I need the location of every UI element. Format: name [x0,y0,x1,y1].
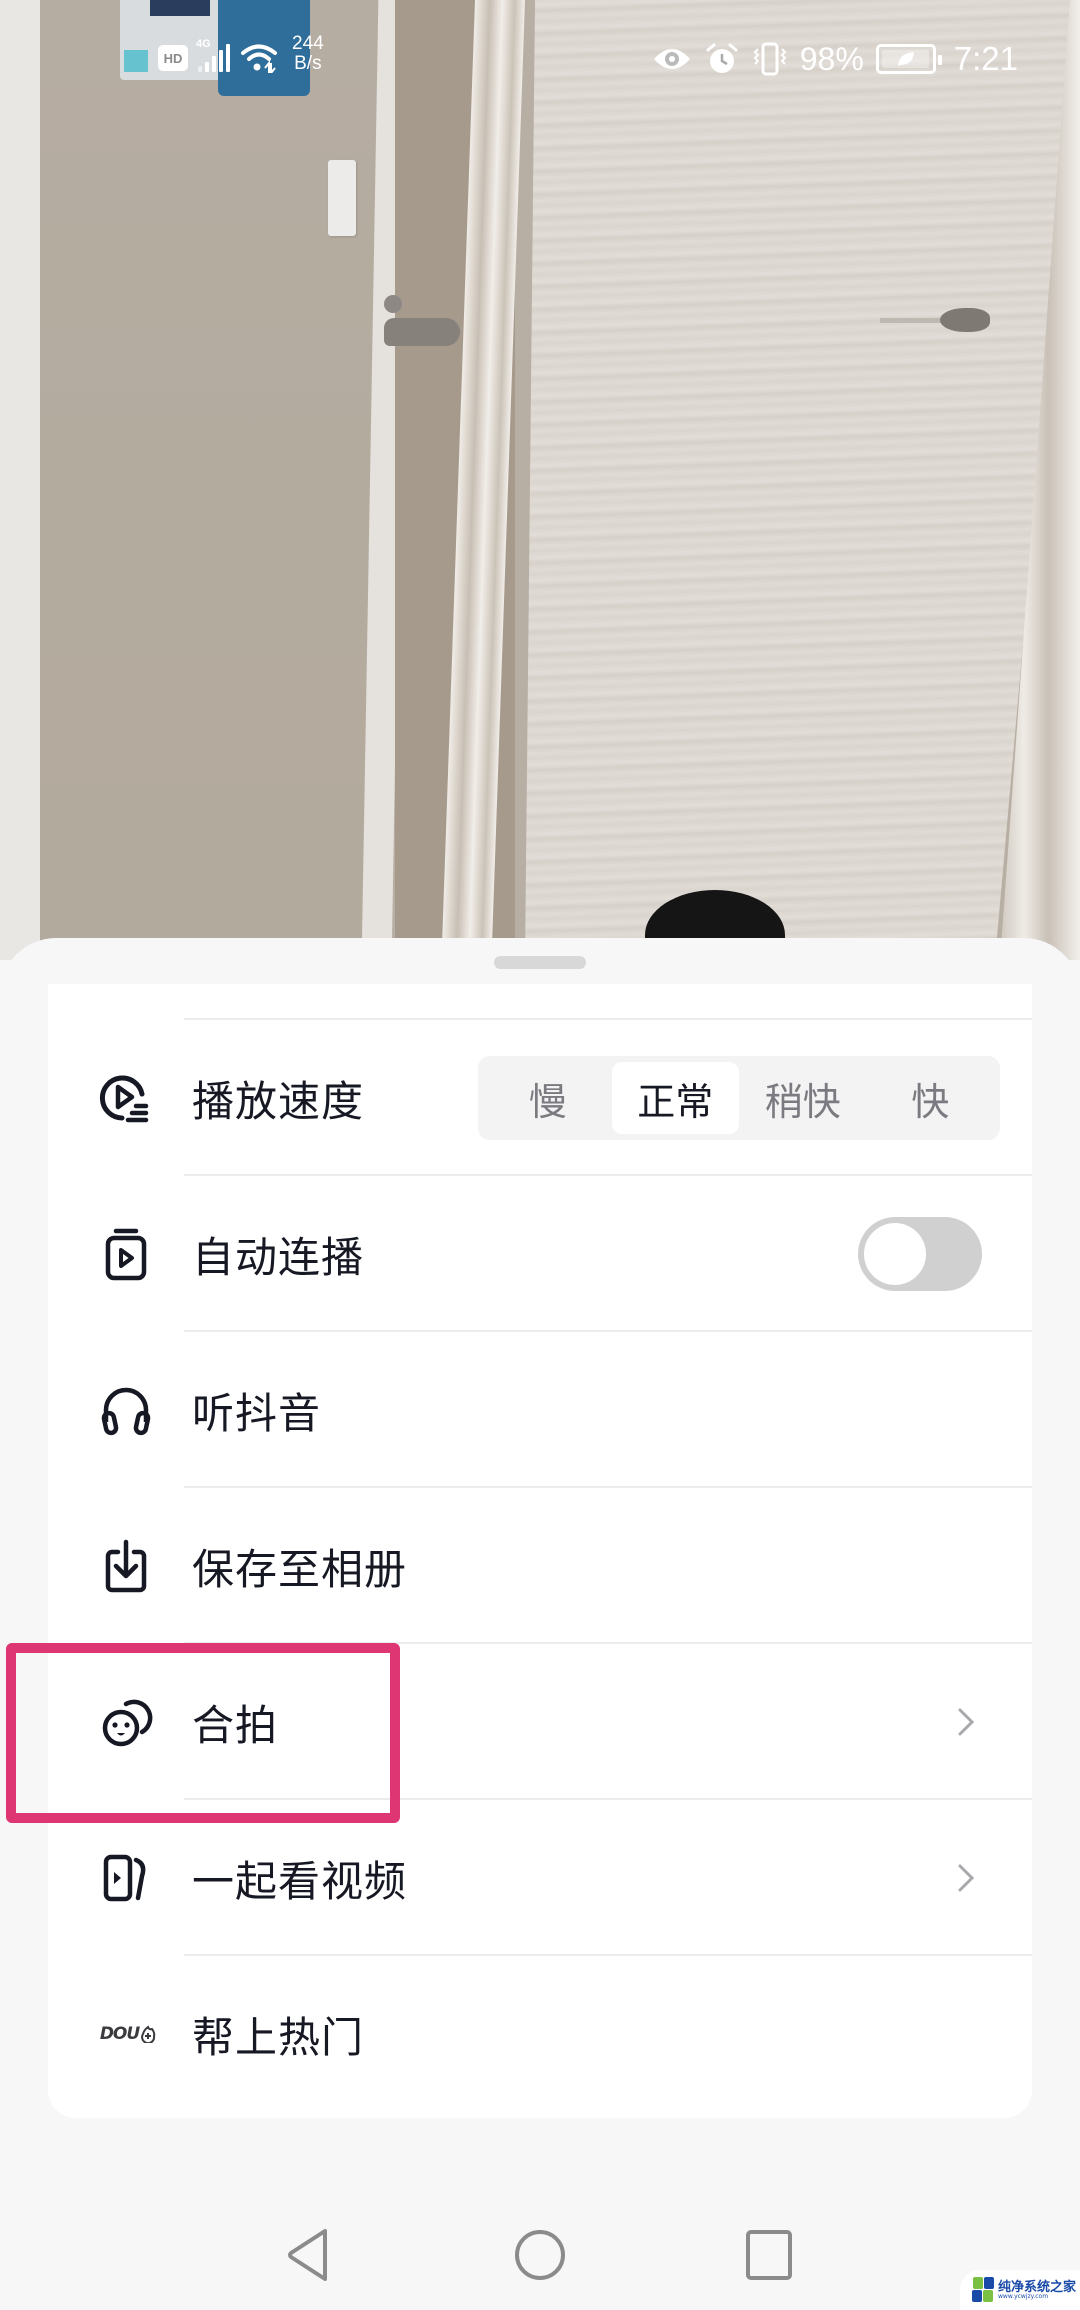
hd-icon: HD [158,45,188,71]
network-type: 4G [196,38,211,50]
autoplay-label: 自动连播 [192,1232,365,1282]
bg-door-stop [940,308,990,332]
vibrate-icon [753,42,787,76]
options-card: 播放速度 慢 正常 稍快 快 自动连播 听抖音 保存至相册 合拍 一起看视频 D… [48,984,1032,2118]
watermark-url: www.ycwjzy.com [998,2292,1049,2300]
site-watermark: 纯净系统之家 www.ycwjzy.com [960,2270,1080,2310]
signal-icon: 4G [196,38,230,72]
wifi-icon [241,44,277,73]
clock: 7:21 [953,40,1018,77]
list-item-duet[interactable]: 合拍 [48,1644,1032,1800]
watermark-title: 纯净系统之家 [998,2279,1077,2295]
speed-option-slow[interactable]: 慢 [484,1062,612,1134]
system-nav-bar [0,2180,1080,2310]
dou-plus-label: 帮上热门 [192,2012,365,2062]
bg-handle-base [384,295,402,313]
save-to-album-label: 保存至相册 [192,1544,408,1594]
dou-plus-icon: DOU [96,2004,160,2064]
speed-option-normal[interactable]: 正常 [611,1062,739,1134]
playback-speed-selector: 慢 正常 稍快 快 [478,1056,1000,1140]
network-speed: 244 B/s [292,33,324,74]
nav-back-button[interactable] [273,2220,343,2290]
speed-option-fast[interactable]: 快 [867,1062,995,1134]
watch-together-label: 一起看视频 [192,1856,408,1906]
playback-speed-label: 播放速度 [192,1076,365,1126]
playback-speed-icon [96,1068,156,1128]
download-icon [96,1536,156,1596]
bg-door-main [525,0,1080,960]
list-item-autoplay[interactable]: 自动连播 [48,1176,1032,1332]
watch-together-icon [96,1848,156,1908]
nav-home-button[interactable] [505,2220,575,2290]
battery-percent: 98% [799,40,864,77]
sheet-drag-handle[interactable] [494,956,586,969]
toggle-knob [864,1223,926,1285]
eye-comfort-icon [653,49,690,69]
home-circle-icon [515,2230,565,2280]
list-item-watch-together[interactable]: 一起看视频 [48,1800,1032,1956]
listen-douyin-label: 听抖音 [192,1388,322,1438]
nav-recents-button[interactable] [734,2220,804,2290]
duet-icon [96,1692,156,1752]
watermark-logo-icon [972,2277,994,2303]
recents-square-icon [746,2230,792,2280]
speed-option-slightly-fast[interactable]: 稍快 [739,1062,867,1134]
more-options-sheet: 播放速度 慢 正常 稍快 快 自动连播 听抖音 保存至相册 合拍 一起看视频 D… [0,938,1080,2310]
chevron-right-icon [958,1864,975,1892]
autoplay-icon [96,1224,156,1284]
duet-label: 合拍 [192,1700,279,1750]
battery-icon [875,44,942,74]
list-item-dou-plus[interactable]: DOU 帮上热门 [48,1956,1032,2112]
bg-door-handle [384,318,460,346]
video-background[interactable] [0,0,1080,960]
alarm-icon [706,43,738,73]
list-item-save-to-album[interactable]: 保存至相册 [48,1488,1032,1644]
bg-light-switch [328,160,356,236]
bg-wall [40,0,390,960]
bg-intercom-screen [150,0,210,16]
back-triangle-icon [288,2229,327,2281]
chevron-right-icon [958,1708,975,1736]
autoplay-toggle[interactable] [858,1217,982,1291]
headphones-icon [96,1380,156,1440]
status-bar: HD 4G 244 B/s 98% 7:21 [0,30,1080,94]
list-item-listen-douyin[interactable]: 听抖音 [48,1332,1032,1488]
list-item-playback-speed: 播放速度 慢 正常 稍快 快 [48,1020,1032,1176]
list-item-scrolled [48,984,1032,1020]
